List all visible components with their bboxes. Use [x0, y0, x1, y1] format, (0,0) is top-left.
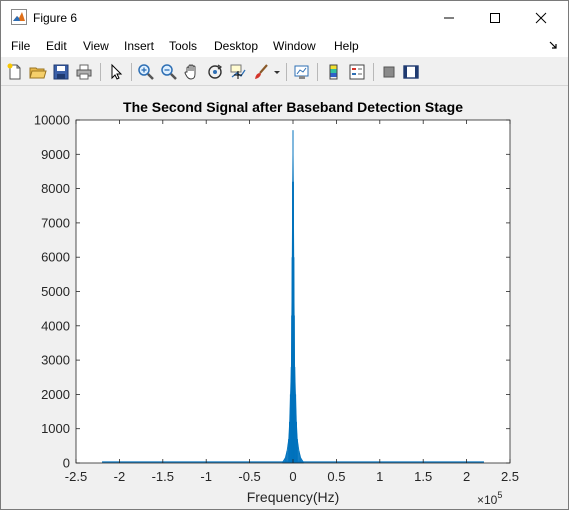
x-tick-label: 0.5 [327, 469, 345, 484]
open-file-icon[interactable] [29, 63, 47, 81]
rotate-3d-icon[interactable] [206, 63, 224, 81]
minimize-button[interactable] [426, 1, 472, 35]
x-axis-exponent: ×105 [477, 490, 502, 507]
close-icon [535, 12, 547, 24]
menu-insert[interactable]: Insert [124, 39, 154, 53]
x-tick-label: 0 [289, 469, 296, 484]
x-axis-label: Frequency(Hz) [247, 489, 340, 505]
y-tick-label: 5000 [41, 284, 70, 299]
zoom-in-icon[interactable] [137, 63, 155, 81]
x-axis-exponent-base: ×10 [477, 493, 498, 507]
maximize-icon [490, 13, 500, 23]
data-cursor-icon[interactable] [229, 63, 247, 81]
dock-arrow-icon[interactable] [548, 40, 558, 50]
y-tick-label: 6000 [41, 250, 70, 265]
print-icon[interactable] [75, 63, 93, 81]
brush-icon[interactable] [252, 63, 270, 81]
y-tick-label: 0 [63, 456, 70, 471]
save-icon[interactable] [52, 63, 70, 81]
menu-view[interactable]: View [83, 39, 109, 53]
y-tick-label: 10000 [34, 113, 70, 128]
toolbar-separator [317, 63, 318, 81]
maximize-button[interactable] [472, 1, 518, 35]
menu-tools[interactable]: Tools [169, 39, 197, 53]
y-tick-label: 9000 [41, 147, 70, 162]
x-tick-label: -1 [200, 469, 212, 484]
minimize-icon [444, 17, 454, 19]
x-tick-label: 1 [376, 469, 383, 484]
zoom-out-icon[interactable] [160, 63, 178, 81]
chevron-down-icon[interactable] [273, 63, 281, 81]
hide-plot-tools-icon[interactable] [380, 63, 398, 81]
y-tick-label: 3000 [41, 353, 70, 368]
toolbar-separator [286, 63, 287, 81]
chart-title: The Second Signal after Baseband Detecti… [123, 99, 463, 115]
legend-icon[interactable] [348, 63, 366, 81]
matlab-logo-icon [11, 9, 27, 25]
new-figure-icon[interactable] [6, 63, 24, 81]
x-tick-label: -1.5 [152, 469, 174, 484]
spectrum-chart[interactable]: The Second Signal after Baseband Detecti… [1, 86, 568, 509]
menu-help[interactable]: Help [334, 39, 359, 53]
menu-desktop[interactable]: Desktop [214, 39, 258, 53]
x-tick-label: 2.5 [501, 469, 519, 484]
pointer-icon[interactable] [107, 63, 125, 81]
close-button[interactable] [518, 1, 564, 35]
x-tick-label: -2.5 [65, 469, 87, 484]
x-tick-label: -0.5 [238, 469, 260, 484]
menu-edit[interactable]: Edit [46, 39, 67, 53]
menu-file[interactable]: File [11, 39, 30, 53]
y-tick-label: 4000 [41, 318, 70, 333]
y-tick-label: 7000 [41, 215, 70, 230]
show-plot-tools-icon[interactable] [402, 63, 420, 81]
figure-toolbar [1, 58, 568, 86]
menu-bar: File Edit View Insert Tools Desktop Wind… [1, 35, 568, 57]
x-tick-label: -2 [114, 469, 126, 484]
y-tick-label: 2000 [41, 387, 70, 402]
x-tick-label: 1.5 [414, 469, 432, 484]
menu-window[interactable]: Window [273, 39, 316, 53]
figure-canvas: The Second Signal after Baseband Detecti… [1, 86, 568, 509]
pan-hand-icon[interactable] [183, 63, 201, 81]
toolbar-separator [373, 63, 374, 81]
x-tick-label: 2 [463, 469, 470, 484]
link-plot-icon[interactable] [293, 63, 311, 81]
y-tick-label: 1000 [41, 421, 70, 436]
window-title: Figure 6 [33, 11, 78, 25]
toolbar-separator [100, 63, 101, 81]
x-axis-exponent-power: 5 [497, 490, 502, 500]
y-tick-label: 8000 [41, 181, 70, 196]
figure-window: Figure 6 File Edit View Insert Tools Des… [0, 0, 569, 510]
toolbar-separator [131, 63, 132, 81]
title-bar[interactable]: Figure 6 [1, 1, 568, 35]
colorbar-icon[interactable] [325, 63, 343, 81]
